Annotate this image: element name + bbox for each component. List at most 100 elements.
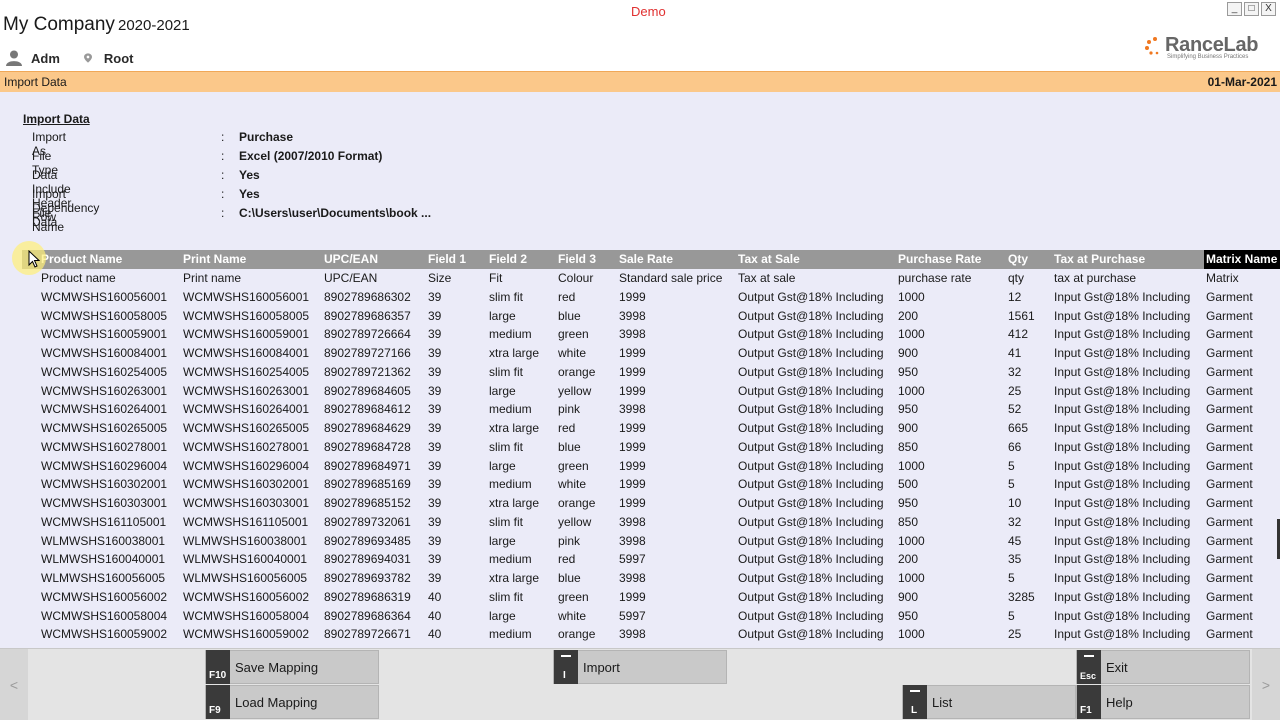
cell-field-3: pink <box>558 402 581 417</box>
prev-page-button[interactable]: < <box>0 649 28 720</box>
cell-purchase-rate: 900 <box>898 589 919 604</box>
cell-qty: 66 <box>1008 439 1022 454</box>
cell-field-3: yellow <box>558 514 592 529</box>
cell-purchase-rate: 1000 <box>898 571 925 585</box>
table-row[interactable]: WCMWSHS160265005 WCMWSHS160265005 89027896… <box>22 419 1280 438</box>
cell-sale-rate: 1999 <box>619 289 646 304</box>
cell-matrix-name: Garment <box>1206 421 1253 435</box>
cell-sale-rate: 1999 <box>619 421 646 435</box>
setting-value[interactable]: C:\Users\user\Documents\book ... <box>239 206 431 220</box>
table-row[interactable]: WCMWSHS160058005 WCMWSHS160058005 89027896… <box>22 307 1280 326</box>
cell-tax-at-sale: Output Gst@18% Including <box>738 439 884 454</box>
cell-sale-rate: 1999 <box>619 477 646 492</box>
setting-value[interactable]: Excel (2007/2010 Format) <box>239 149 382 163</box>
table-row[interactable]: WLMWSHS160040001 WLMWSHS160040001 89027896… <box>22 550 1280 569</box>
cell-field-2: slim fit <box>489 289 523 304</box>
maximize-button[interactable]: □ <box>1244 2 1259 16</box>
table-row[interactable]: WLMWSHS160056005 WLMWSHS160056005 89027896… <box>22 569 1280 588</box>
cell-field-1: Size <box>428 271 452 285</box>
close-button[interactable]: X <box>1261 2 1276 16</box>
cell-sale-rate: 3998 <box>619 308 646 323</box>
cell-field-1: 39 <box>428 383 442 398</box>
cell-upc-ean: 8902789684605 <box>324 383 411 398</box>
column-header-qty[interactable]: Qty <box>1008 252 1028 266</box>
cell-field-1: 39 <box>428 327 442 342</box>
cell-qty: 412 <box>1008 327 1029 342</box>
mapping-row[interactable]: Product name Print name UPC/EAN Size Fit Colo… <box>22 269 1280 288</box>
column-header-sale-rate[interactable]: Sale Rate <box>619 252 673 266</box>
column-header-tax-at-sale[interactable]: Tax at Sale <box>738 252 800 266</box>
exit-button[interactable]: Esc Exit <box>1076 650 1250 684</box>
cell-product-name: WCMWSHS160059001 <box>41 327 168 342</box>
cell-product-name: WCMWSHS160058004 <box>41 608 168 623</box>
table-row[interactable]: WLMWSHS160038001 WLMWSHS160038001 89027896… <box>22 532 1280 551</box>
cell-matrix-name: Garment <box>1206 364 1253 379</box>
cell-purchase-rate: 1000 <box>898 289 925 304</box>
table-row[interactable]: WCMWSHS160059001 WCMWSHS160059001 89027897… <box>22 325 1280 344</box>
load-mapping-button[interactable]: F9 Load Mapping <box>205 685 379 719</box>
table-row[interactable]: WCMWSHS160084001 WCMWSHS160084001 89027897… <box>22 344 1280 363</box>
cell-qty: 10 <box>1008 496 1022 510</box>
cell-tax-at-purchase: Input Gst@18% Including <box>1054 289 1191 304</box>
table-row[interactable]: WCMWSHS160263001 WCMWSHS160263001 89027896… <box>22 382 1280 401</box>
cell-sale-rate: 3998 <box>619 533 646 548</box>
import-panel: Import Data Import As : Purchase File Ty… <box>0 92 1280 648</box>
list-button[interactable]: L List <box>902 685 1076 719</box>
import-button[interactable]: I Import <box>553 650 727 684</box>
next-page-button[interactable]: > <box>1252 649 1280 720</box>
cell-print-name: WCMWSHS160059002 <box>183 627 310 642</box>
cell-sale-rate: 1999 <box>619 439 646 454</box>
cell-matrix-name: Garment <box>1206 496 1253 510</box>
cell-tax-at-purchase: Input Gst@18% Including <box>1054 346 1191 360</box>
cell-upc-ean: 8902789685152 <box>324 496 411 510</box>
table-row[interactable]: WCMWSHS160264001 WCMWSHS160264001 89027896… <box>22 400 1280 419</box>
cell-upc-ean: 8902789684612 <box>324 402 411 417</box>
column-header-upc-ean[interactable]: UPC/EAN <box>324 252 378 266</box>
setting-value[interactable]: Purchase <box>239 130 293 144</box>
cell-field-1: 39 <box>428 552 442 567</box>
column-header-tax-at-purchase[interactable]: Tax at Purchase <box>1054 252 1145 266</box>
table-row[interactable]: WCMWSHS161105001 WCMWSHS161105001 89027897… <box>22 513 1280 532</box>
table-row[interactable]: WCMWSHS160056002 WCMWSHS160056002 89027896… <box>22 588 1280 607</box>
column-header-print-name[interactable]: Print Name <box>183 252 246 266</box>
column-header-field-1[interactable]: Field 1 <box>428 252 466 266</box>
function-key-bar: < > F10 Save Mapping F9 Load Mapping I I… <box>0 648 1280 720</box>
table-row[interactable]: WCMWSHS160058004 WCMWSHS160058004 89027896… <box>22 607 1280 626</box>
cell-upc-ean: 8902789721362 <box>324 364 411 379</box>
table-row[interactable]: WCMWSHS160059002 WCMWSHS160059002 89027897… <box>22 625 1280 644</box>
setting-value[interactable]: Yes <box>239 168 260 182</box>
user-name: Adm <box>31 50 60 66</box>
minimize-button[interactable]: _ <box>1227 2 1242 16</box>
cell-tax-at-sale: Output Gst@18% Including <box>738 552 884 567</box>
help-button[interactable]: F1 Help <box>1076 685 1250 719</box>
table-row[interactable]: WCMWSHS160296004 WCMWSHS160296004 89027896… <box>22 457 1280 476</box>
table-row[interactable]: WCMWSHS160056001 WCMWSHS160056001 89027896… <box>22 288 1280 307</box>
column-header-field-3[interactable]: Field 3 <box>558 252 596 266</box>
cell-product-name: WCMWSHS160263001 <box>41 383 168 398</box>
cell-field-2: large <box>489 458 516 473</box>
cell-qty: 25 <box>1008 383 1022 398</box>
column-header-purchase-rate[interactable]: Purchase Rate <box>898 252 981 266</box>
save-mapping-button[interactable]: F10 Save Mapping <box>205 650 379 684</box>
column-header-product-name[interactable]: Product Name <box>41 252 122 266</box>
cell-sale-rate: 1999 <box>619 496 646 510</box>
app-header: My Company 2020-2021 Demo _ □ X Adm Root… <box>0 0 1280 70</box>
table-row[interactable]: WCMWSHS160254005 WCMWSHS160254005 89027897… <box>22 363 1280 382</box>
cell-print-name: WLMWSHS160040001 <box>183 552 308 567</box>
table-row[interactable]: WCMWSHS160302001 WCMWSHS160302001 89027896… <box>22 475 1280 494</box>
cell-field-2: Fit <box>489 271 503 285</box>
cell-field-2: slim fit <box>489 439 523 454</box>
demo-label: Demo <box>631 4 666 19</box>
column-header-field-2[interactable]: Field 2 <box>489 252 527 266</box>
cell-qty: 41 <box>1008 346 1022 360</box>
column-header-matrix-name[interactable]: Matrix Name <box>1204 250 1280 269</box>
setting-value[interactable]: Yes <box>239 187 260 201</box>
cell-product-name: WCMWSHS160056002 <box>41 589 168 604</box>
table-row[interactable]: WCMWSHS160303001 WCMWSHS160303001 89027896… <box>22 494 1280 513</box>
table-row[interactable]: WCMWSHS160278001 WCMWSHS160278001 89027896… <box>22 438 1280 457</box>
cell-qty: 5 <box>1008 608 1015 623</box>
location-name: Root <box>103 50 134 66</box>
cell-product-name: WLMWSHS160038001 <box>41 533 166 548</box>
cell-sale-rate: 1999 <box>619 383 646 398</box>
cell-field-1: 39 <box>428 477 442 492</box>
